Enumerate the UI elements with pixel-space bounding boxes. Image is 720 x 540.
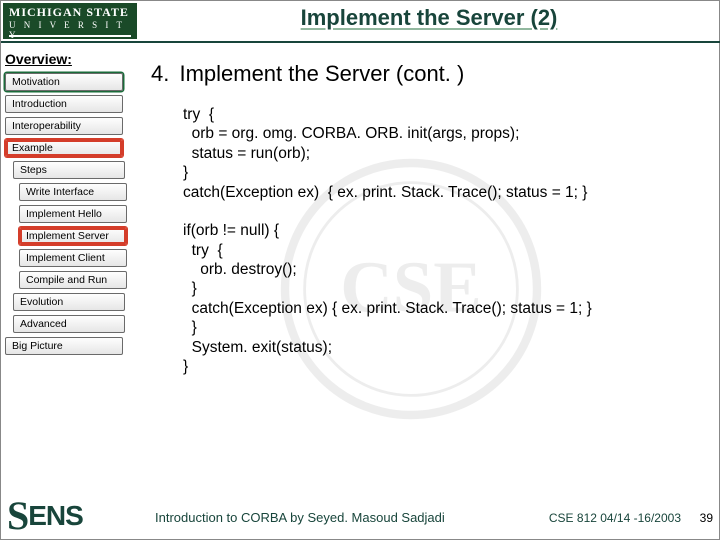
logo-line1: MICHIGAN STATE xyxy=(3,3,137,20)
sens-logo-rest: ENS xyxy=(28,500,83,531)
footer-course: CSE 812 04/14 -16/2003 xyxy=(549,511,681,525)
nav-steps[interactable]: Steps xyxy=(13,161,125,179)
section-title: Implement the Server (cont. ) xyxy=(179,61,464,86)
main-content: 4. Implement the Server (cont. ) try { o… xyxy=(151,61,701,376)
page-title: Implement the Server (2) xyxy=(139,5,719,31)
footer: SENS Introduction to CORBA by Seyed. Mas… xyxy=(1,493,720,539)
section-heading: 4. Implement the Server (cont. ) xyxy=(151,61,701,87)
title-area: Implement the Server (2) xyxy=(139,1,719,41)
nav-big-picture[interactable]: Big Picture xyxy=(5,337,123,355)
logo-underline xyxy=(9,35,131,37)
nav-compile-run[interactable]: Compile and Run xyxy=(19,271,127,289)
footer-lecture: Introduction to CORBA by Seyed. Masoud S… xyxy=(155,510,445,525)
top-bar: MICHIGAN STATE U N I V E R S I T Y Imple… xyxy=(1,1,719,41)
nav-example[interactable]: Example xyxy=(5,139,123,157)
nav-implement-server[interactable]: Implement Server xyxy=(19,227,127,245)
nav-introduction[interactable]: Introduction xyxy=(5,95,123,113)
code-block: try { orb = org. omg. CORBA. ORB. init(a… xyxy=(183,105,701,376)
logo-line2: U N I V E R S I T Y xyxy=(3,20,137,41)
section-number: 4. xyxy=(151,61,175,87)
sidebar-heading: Overview: xyxy=(5,51,137,67)
nav-implement-hello[interactable]: Implement Hello xyxy=(19,205,127,223)
divider xyxy=(1,41,720,43)
nav-evolution[interactable]: Evolution xyxy=(13,293,125,311)
nav-advanced[interactable]: Advanced xyxy=(13,315,125,333)
sidebar: Overview: Motivation Introduction Intero… xyxy=(5,51,137,359)
sens-logo: SENS xyxy=(7,488,83,535)
nav-motivation[interactable]: Motivation xyxy=(5,73,123,91)
nav-write-interface[interactable]: Write Interface xyxy=(19,183,127,201)
sens-logo-s: S xyxy=(7,492,28,539)
nav-interoperability[interactable]: Interoperability xyxy=(5,117,123,135)
slide-container: MICHIGAN STATE U N I V E R S I T Y Imple… xyxy=(0,0,720,540)
university-logo: MICHIGAN STATE U N I V E R S I T Y xyxy=(1,1,139,41)
slide-number: 39 xyxy=(700,511,713,525)
nav-implement-client[interactable]: Implement Client xyxy=(19,249,127,267)
